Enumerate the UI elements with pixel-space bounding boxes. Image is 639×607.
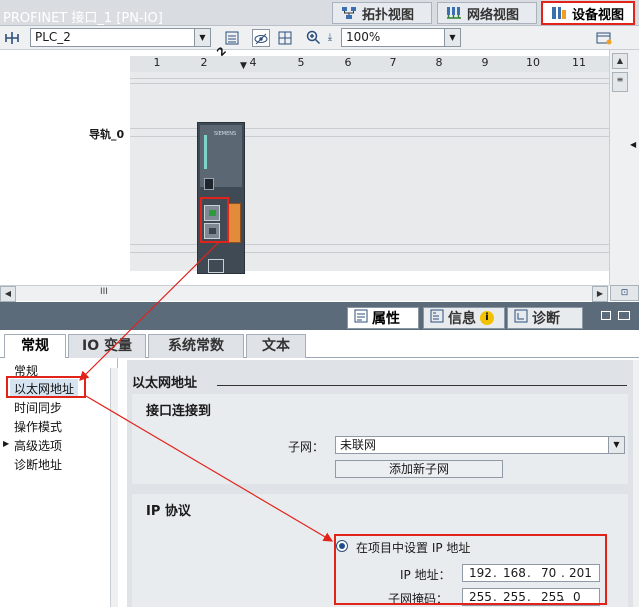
ip-section-title: IP 协议 [146,504,191,519]
slot-number: 5 [297,56,305,69]
tab-general[interactable]: 常规 [4,334,66,359]
grid-icon[interactable] [276,29,294,47]
tab-device-label: 设备视图 [572,7,625,23]
nav-scrollbar[interactable] [110,368,118,607]
tab-diagnostics[interactable]: 诊断 [507,307,583,329]
network-icon [446,6,462,20]
horizontal-thumb[interactable]: III [100,287,108,297]
restore-icon[interactable] [601,311,611,320]
slot-number: 9 [481,56,489,69]
canvas-vertical-scrollbar[interactable]: ▲ ≡ ▼ ◀ [609,50,639,333]
content-scrollbar[interactable] [633,360,639,607]
slot-number: 8 [435,56,443,69]
chevron-down-icon[interactable]: ▼ [444,29,460,46]
slot-number: 7 [389,56,397,69]
zoom-down-arrow-icon[interactable]: ⤓ [321,29,339,47]
tab-properties-label: 属性 [372,311,400,327]
slot-number: 2 [200,56,208,69]
device-icon [551,6,567,20]
device-select-value: PLC_2 [35,30,71,44]
section-heading: 以太网地址 [132,376,198,391]
interface-section: 接口连接到 子网： 未联网 ▼ 添加新子网 [132,394,628,484]
subnet-value: 未联网 [340,438,377,452]
tab-texts[interactable]: 文本 [246,334,306,358]
diagnostics-icon [514,309,528,327]
interface-section-title: 接口连接到 [146,404,212,419]
scroll-thumb[interactable]: ≡ [612,72,628,92]
interface-connector[interactable] [227,203,241,243]
ip-settings-highlight [334,534,607,605]
scroll-up-icon[interactable]: ▲ [612,53,628,69]
tab-device-view[interactable]: 设备视图 [541,1,635,25]
slot-number: 11 [572,56,586,69]
show-labels-icon[interactable] [252,29,270,47]
memory-card-slot [204,178,214,190]
scroll-right-icon[interactable]: ▶ [592,286,608,302]
network-overview-icon[interactable] [223,29,241,47]
minimize-panel-icon[interactable] [618,311,630,320]
tab-network-view[interactable]: 网络视图 [437,2,537,24]
expand-arrow-icon[interactable]: ▶ [3,439,9,448]
ethernet-address-highlight [6,376,86,398]
subnet-select[interactable]: 未联网 ▼ [335,436,625,454]
tab-system-constants[interactable]: 系统常数 [148,334,244,358]
panel-layout-icon[interactable] [595,29,613,47]
tab-network-label: 网络视图 [467,7,520,23]
slot-number: 10 [526,56,540,69]
subnet-label: 子网： [288,440,325,454]
add-subnet-button[interactable]: 添加新子网 [335,460,503,478]
topology-icon [341,6,357,20]
property-tabs: 常规 IO 变量 系统常数 文本 [0,330,639,359]
led-strip [204,135,207,169]
chevron-down-icon[interactable]: ▼ [194,29,210,46]
device-view-toolbar: PLC_2 ▼ ⤓ 100% ▼ [0,26,639,50]
slot-number: 1 [153,56,161,69]
tab-topology-view[interactable]: 拓扑视图 [332,2,432,24]
tab-info-label: 信息 [448,311,476,327]
zoom-value: 100% [346,30,381,44]
chevron-down-icon[interactable]: ▼ [608,437,624,453]
port-highlight-box [200,197,229,243]
collapse-right-icon[interactable]: ◀ [630,140,636,149]
properties-icon [354,309,368,327]
inspector-title: PROFINET 接口_1 [PN-IO] [3,11,163,26]
tab-diagnostics-label: 诊断 [532,311,560,327]
device-tree-icon[interactable] [3,29,21,47]
module-brand: SIEMENS [214,131,237,137]
power-connector [208,259,224,273]
slot-number: 4 [249,56,257,69]
nav-item-diagnostic-address[interactable]: 诊断地址 [14,456,62,473]
heading-rule [217,385,627,386]
canvas-horizontal-scrollbar[interactable]: ◀ III ▶ [0,285,609,302]
tab-io-tags[interactable]: IO 变量 [68,334,146,358]
nav-item-time-sync[interactable]: 时间同步 [14,399,62,416]
slot-number: 6 [344,56,352,69]
nav-item-advanced-options[interactable]: 高级选项 [14,437,62,454]
overview-navigation-icon[interactable]: ⊡ [610,285,639,301]
tab-topology-label: 拓扑视图 [362,7,415,23]
device-select[interactable]: PLC_2 ▼ [30,28,211,47]
tab-properties[interactable]: 属性 [347,307,419,329]
scroll-left-icon[interactable]: ◀ [0,286,16,302]
zoom-select[interactable]: 100% ▼ [341,28,461,47]
rail-label: 导轨_0 [89,128,125,141]
tab-info[interactable]: 信息 i [423,307,505,329]
info-icon: i [480,311,494,325]
info-list-icon [430,309,444,327]
nav-item-operating-mode[interactable]: 操作模式 [14,418,62,435]
